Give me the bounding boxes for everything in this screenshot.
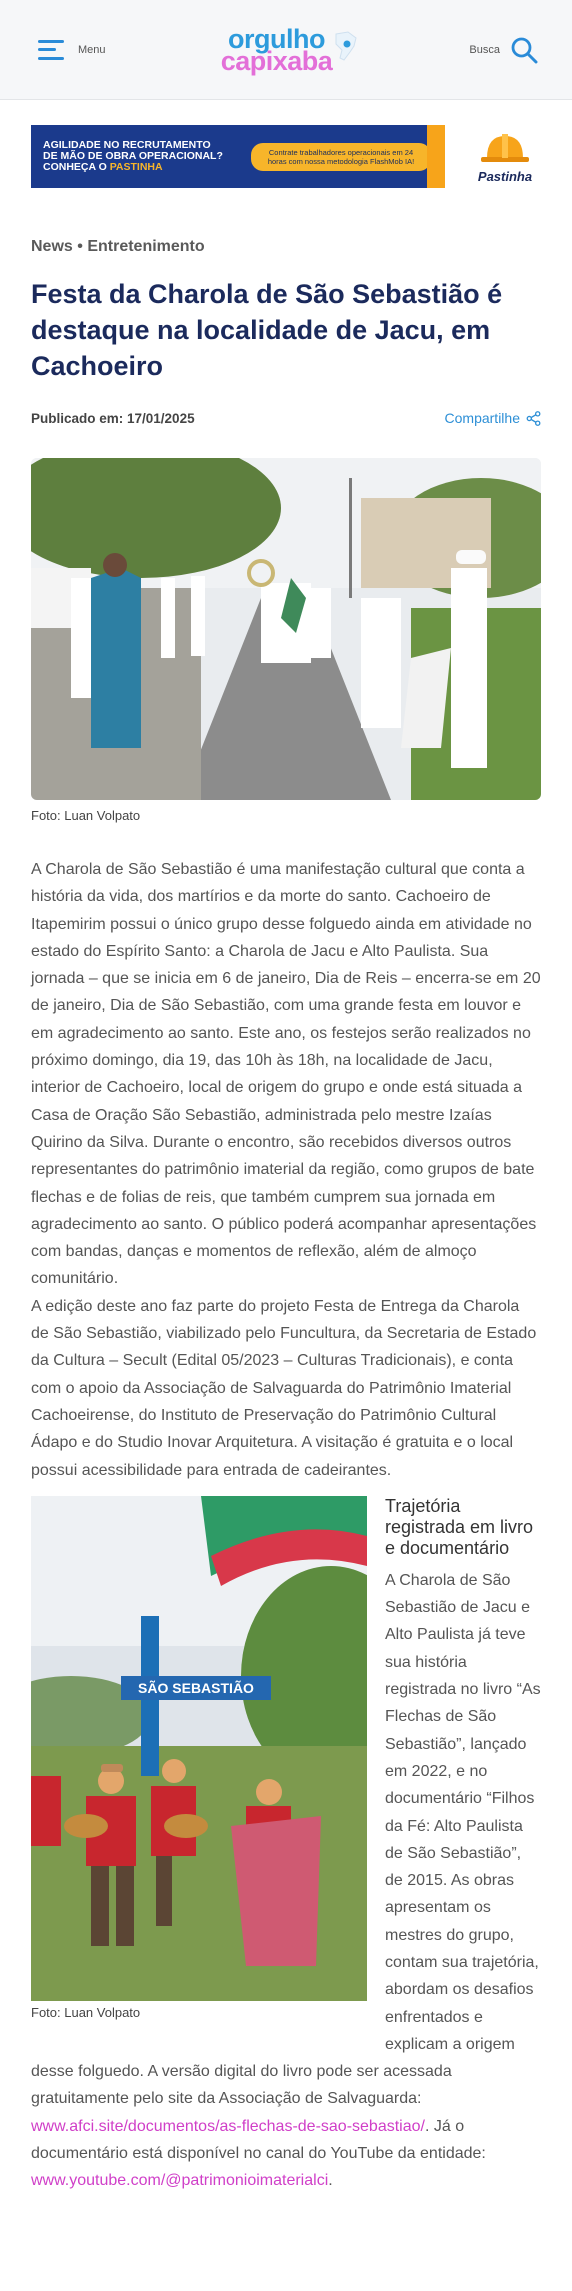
state-map-icon <box>335 30 357 61</box>
menu-label: Menu <box>78 43 106 56</box>
site-logo[interactable]: orgulho capixaba <box>220 25 357 76</box>
ad-row: AGILIDADE NO RECRUTAMENTO DE MÃO DE OBRA… <box>31 125 542 188</box>
paragraph-3-text-c: . <box>328 2172 333 2190</box>
ad-accent-bar <box>427 125 445 188</box>
share-icon <box>526 410 541 426</box>
photo-1-caption: Foto: Luan Volpato <box>31 808 141 823</box>
article-categories: News • Entretenimento <box>31 238 541 256</box>
article-meta: Publicado em: 17/01/2025 Compartilhe <box>31 408 541 428</box>
ad-headline: AGILIDADE NO RECRUTAMENTO DE MÃO DE OBRA… <box>43 140 243 173</box>
article-paragraph-1: A Charola de São Sebastião é uma manifes… <box>31 861 541 1288</box>
site-header: Menu orgulho capixaba Busca <box>0 0 572 100</box>
hamburger-icon <box>38 39 64 60</box>
sponsor-logo[interactable]: Pastinha <box>468 130 542 184</box>
book-link[interactable]: www.afci.site/documentos/as-flechas-de-s… <box>31 2118 425 2135</box>
search-label: Busca <box>469 43 500 56</box>
category-news-link[interactable]: News <box>31 238 73 255</box>
share-label: Compartilhe <box>444 410 520 426</box>
article-main-photo <box>31 458 541 800</box>
search-button[interactable]: Busca <box>469 36 538 64</box>
article-section-2: SÃO SEBASTIÃO Foto: Luan Volpato Trajetó… <box>31 1495 541 2195</box>
ad-headline-line-3: CONHEÇA O <box>43 161 107 173</box>
category-separator: • <box>77 238 83 255</box>
share-button[interactable]: Compartilhe <box>445 410 541 426</box>
article-secondary-photo: SÃO SEBASTIÃO <box>31 1495 367 2001</box>
article-title: Festa da Charola de São Sebastião é dest… <box>31 279 503 381</box>
photo-2-caption: Foto: Luan Volpato <box>31 2004 141 2020</box>
photo-2-sign: SÃO SEBASTIÃO <box>138 1679 254 1696</box>
search-icon <box>511 37 538 63</box>
photo-2-figure: SÃO SEBASTIÃO Foto: Luan Volpato <box>31 1495 367 2034</box>
publish-date: Publicado em: 17/01/2025 <box>31 410 195 426</box>
article-paragraph-2: A edição deste ano faz parte do projeto … <box>31 1297 537 1479</box>
sponsor-name: Pastinha <box>477 168 533 184</box>
article: News • Entretenimento Festa da Charola d… <box>0 238 572 2195</box>
category-entertainment-link[interactable]: Entretenimento <box>87 238 204 255</box>
ad-headline-brand: PASTINHA <box>109 161 163 173</box>
menu-button[interactable]: Menu <box>38 39 106 60</box>
logo-line-2: capixaba <box>220 45 333 76</box>
ad-pill: Contrate trabalhadores operacionais em 2… <box>251 142 431 171</box>
youtube-link[interactable]: www.youtube.com/@patrimonioimaterialci <box>31 2172 328 2189</box>
ad-banner[interactable]: AGILIDADE NO RECRUTAMENTO DE MÃO DE OBRA… <box>31 125 445 188</box>
hard-hat-icon <box>481 133 529 162</box>
